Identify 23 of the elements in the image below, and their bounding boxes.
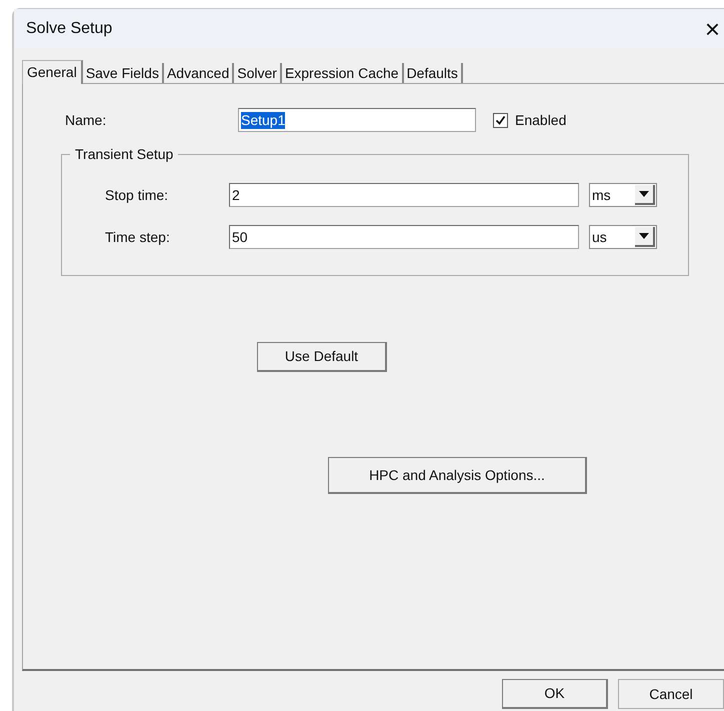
enabled-checkbox[interactable] (493, 112, 508, 128)
unit-dropdown[interactable]: ms (589, 183, 657, 207)
tab[interactable]: Defaults (404, 63, 463, 83)
check-icon (495, 114, 506, 126)
tab[interactable]: Expression Cache (282, 63, 404, 83)
dialog-button[interactable]: OK (502, 679, 608, 709)
tab[interactable]: Advanced (164, 63, 234, 83)
tab[interactable]: Save Fields (82, 63, 164, 83)
name-field[interactable]: Setup1 (238, 108, 476, 132)
checkbox-label: Enabled (515, 110, 566, 130)
use-default-button[interactable]: Use Default (257, 342, 387, 372)
field-label: Name: (65, 110, 108, 130)
hpc-options-button[interactable]: HPC and Analysis Options... (328, 457, 587, 494)
field-label: Time step: (105, 228, 171, 247)
tab[interactable]: General (22, 60, 83, 84)
window-title: Solve Setup (26, 19, 112, 39)
unit-dropdown[interactable]: us (589, 225, 657, 249)
input-field[interactable]: 2 (229, 183, 579, 207)
field-label: Stop time: (105, 186, 170, 205)
input-field[interactable]: 50 (229, 225, 579, 249)
close-button[interactable]: × (704, 16, 720, 42)
dialog-button[interactable]: Cancel (618, 679, 724, 709)
tab[interactable]: Solver (234, 63, 282, 83)
